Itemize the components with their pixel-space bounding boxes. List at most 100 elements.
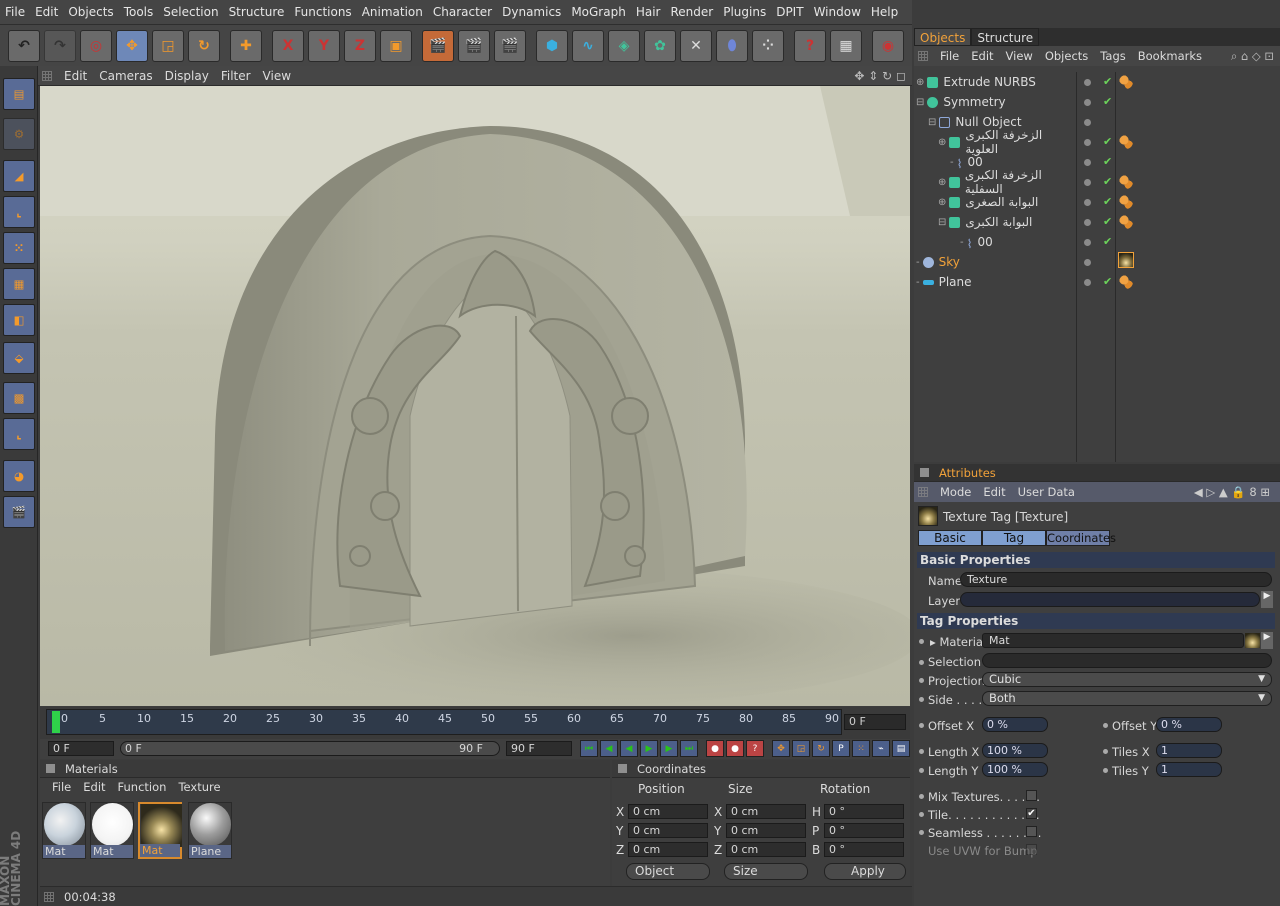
size-y-field[interactable]: 0 cm: [726, 823, 806, 838]
tree-row[interactable]: ⊕ Extrude NURBS: [916, 72, 1078, 92]
length-y-field[interactable]: 100 %: [982, 762, 1048, 777]
play-forward-icon[interactable]: ▶: [640, 740, 658, 757]
y-axis-lock-icon[interactable]: Y: [308, 30, 340, 62]
goto-end-icon[interactable]: ⏭: [680, 740, 698, 757]
texture-tag-icon[interactable]: [1119, 215, 1133, 229]
recent-tool-icon[interactable]: ✚: [230, 30, 262, 62]
edges-mode-icon[interactable]: ▦: [3, 268, 35, 300]
help-cursor-icon[interactable]: ?: [794, 30, 826, 62]
layout-switch-icon[interactable]: ▤: [3, 78, 35, 110]
projection-dropdown[interactable]: Cubic ▼: [982, 672, 1272, 687]
play-backward-icon[interactable]: ◀: [620, 740, 638, 757]
position-x-field[interactable]: 0 cm: [628, 804, 708, 819]
tile-checkbox[interactable]: ✔: [1026, 808, 1037, 819]
menu-structure[interactable]: Structure: [224, 5, 290, 19]
objects-menu-view[interactable]: View: [1000, 49, 1039, 63]
sky-texture-tag-icon[interactable]: [1118, 252, 1134, 268]
materials-menu-file[interactable]: File: [46, 780, 77, 794]
materials-menu-texture[interactable]: Texture: [172, 780, 226, 794]
attribute-nav-icons[interactable]: ◀ ▷ ▲ 🔒 8 ⊞: [1188, 485, 1276, 499]
z-axis-lock-icon[interactable]: Z: [344, 30, 376, 62]
key-position-icon[interactable]: ✥: [772, 740, 790, 757]
spline-icon[interactable]: ∿: [572, 30, 604, 62]
scale-tool-icon[interactable]: ◲: [152, 30, 184, 62]
panel-toggle-icon[interactable]: [920, 468, 929, 477]
use-uvw-checkbox[interactable]: [1026, 844, 1037, 855]
layer-arrow-icon[interactable]: ▶: [1261, 591, 1273, 608]
tab-tag[interactable]: Tag: [982, 530, 1046, 546]
enabled-check-icon[interactable]: ✔: [1103, 235, 1112, 248]
objects-menu-file[interactable]: File: [934, 49, 965, 63]
animation-mode-icon[interactable]: ◕: [3, 460, 35, 492]
objects-menu-edit[interactable]: Edit: [965, 49, 999, 63]
name-field[interactable]: Texture: [960, 572, 1272, 587]
panel-toggle-icon[interactable]: [618, 764, 627, 773]
material-swatch[interactable]: Plane: [188, 802, 232, 859]
key-rotation-icon[interactable]: ↻: [812, 740, 830, 757]
menu-plugins[interactable]: Plugins: [718, 5, 771, 19]
preview-range-slider[interactable]: 0 F 90 F: [120, 741, 500, 756]
attributes-menu-edit[interactable]: Edit: [977, 485, 1011, 499]
enabled-check-icon[interactable]: ✔: [1103, 175, 1112, 188]
offset-x-field[interactable]: 0 %: [982, 717, 1048, 732]
rotation-b-field[interactable]: 0 °: [824, 842, 904, 857]
enabled-check-icon[interactable]: ✔: [1103, 95, 1112, 108]
deformer-icon[interactable]: ✕: [680, 30, 712, 62]
mix-textures-checkbox[interactable]: [1026, 790, 1037, 801]
position-z-field[interactable]: 0 cm: [628, 842, 708, 857]
texture-tag-icon[interactable]: [1119, 195, 1133, 209]
menu-character[interactable]: Character: [428, 5, 497, 19]
rotation-p-field[interactable]: 0 °: [824, 823, 904, 838]
redo-icon[interactable]: ↷: [44, 30, 76, 62]
prev-frame-icon[interactable]: ◀: [600, 740, 618, 757]
material-swatch[interactable]: Mat: [42, 802, 86, 859]
tiles-y-field[interactable]: 1: [1156, 762, 1222, 777]
autokey-icon[interactable]: ●: [726, 740, 744, 757]
goto-start-icon[interactable]: ⏮: [580, 740, 598, 757]
uv-mode-icon[interactable]: ⬙: [3, 342, 35, 374]
enabled-check-icon[interactable]: ✔: [1103, 75, 1112, 88]
browser-icon[interactable]: ◉: [872, 30, 904, 62]
viewport-menu-edit[interactable]: Edit: [58, 69, 93, 83]
attributes-menu-userdata[interactable]: User Data: [1012, 485, 1081, 499]
menu-edit[interactable]: Edit: [30, 5, 63, 19]
texture-tag-icon[interactable]: [1119, 275, 1133, 289]
materials-menu-edit[interactable]: Edit: [77, 780, 111, 794]
current-frame-field[interactable]: 0 F: [844, 714, 906, 730]
layer-field[interactable]: [960, 592, 1260, 607]
size-z-field[interactable]: 0 cm: [726, 842, 806, 857]
render-picture-viewer-icon[interactable]: 🎬: [458, 30, 490, 62]
visibility-column[interactable]: ✔ ✔ ✔ ✔ ✔ ✔ ✔ ✔ ✔: [1076, 72, 1116, 462]
key-pla-icon[interactable]: ⁙: [852, 740, 870, 757]
make-editable-icon[interactable]: ⚙: [3, 118, 35, 150]
materials-menu-function[interactable]: Function: [112, 780, 173, 794]
menu-hair[interactable]: Hair: [631, 5, 666, 19]
viewport-menu-view[interactable]: View: [257, 69, 297, 83]
tree-row-selected[interactable]: - Sky: [916, 252, 1078, 272]
interpolation-icon[interactable]: ⌁: [872, 740, 890, 757]
enabled-check-icon[interactable]: ✔: [1103, 215, 1112, 228]
enabled-check-icon[interactable]: ✔: [1103, 135, 1112, 148]
viewport-menu-filter[interactable]: Filter: [215, 69, 257, 83]
menu-help[interactable]: Help: [866, 5, 903, 19]
render-view-icon[interactable]: 🎬: [422, 30, 454, 62]
frame-ruler[interactable]: 0 5 10 15 20 25 30 35 40 45 50 55 60 65 …: [46, 709, 842, 735]
world-coordinates-icon[interactable]: ▣: [380, 30, 412, 62]
tab-objects[interactable]: Objects: [914, 28, 972, 46]
viewport-menu-cameras[interactable]: Cameras: [93, 69, 158, 83]
side-dropdown[interactable]: Both ▼: [982, 691, 1272, 706]
material-field[interactable]: Mat: [982, 633, 1244, 648]
tree-row[interactable]: ⊟ البوابة الكبرى: [916, 212, 1078, 232]
size-mode-dropdown[interactable]: Size: [724, 863, 808, 880]
texture-tag-icon[interactable]: [1119, 175, 1133, 189]
tree-row[interactable]: ⊕ الزخرفة الكبرى العلوية: [916, 128, 1078, 156]
coordinate-mode-dropdown[interactable]: Object: [626, 863, 710, 880]
texture-axis-icon[interactable]: ⌞: [3, 418, 35, 450]
material-arrow-icon[interactable]: ▶: [1261, 632, 1273, 649]
menu-file[interactable]: File: [0, 5, 30, 19]
nurbs-icon[interactable]: ◈: [608, 30, 640, 62]
menu-render[interactable]: Render: [665, 5, 718, 19]
scheme-icon[interactable]: ▤: [892, 740, 910, 757]
move-tool-icon[interactable]: ✥: [116, 30, 148, 62]
menu-functions[interactable]: Functions: [289, 5, 356, 19]
